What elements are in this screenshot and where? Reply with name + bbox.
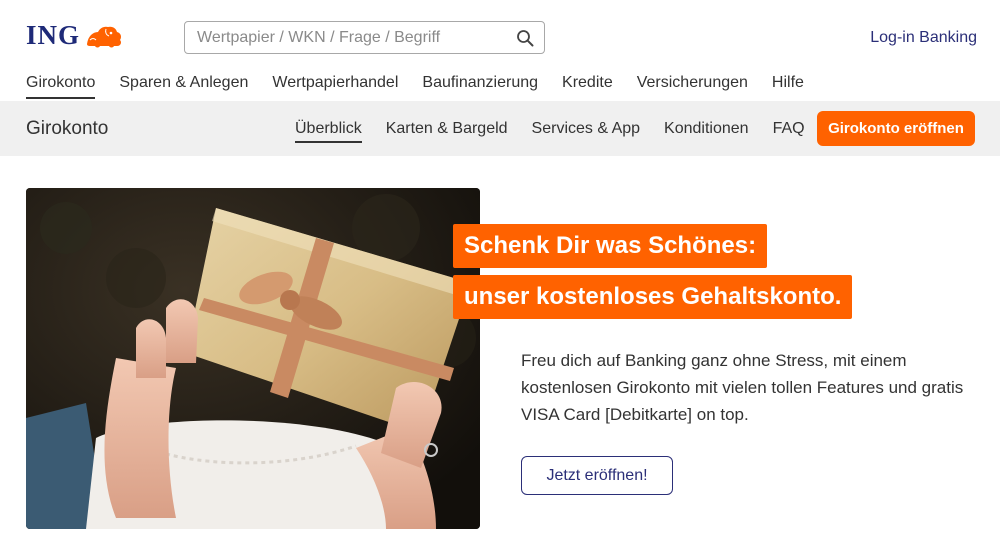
hero-headline-line2: unser kostenloses Gehaltskonto.: [453, 275, 853, 319]
section-title: Girokonto: [26, 118, 109, 139]
hero-headline-line1: Schenk Dir was Schönes:: [453, 224, 768, 268]
login-banking-link[interactable]: Log-in Banking: [870, 29, 977, 47]
nav-item-versicherungen[interactable]: Versicherungen: [637, 72, 748, 99]
nav-item-hilfe[interactable]: Hilfe: [772, 72, 804, 99]
nav-item-wertpapierhandel[interactable]: Wertpapierhandel: [272, 72, 398, 99]
subnav-item-ueberblick[interactable]: Überblick: [295, 119, 362, 143]
ing-lion-icon: [87, 26, 122, 48]
subnav-item-services-app[interactable]: Services & App: [532, 119, 641, 143]
girokonto-eroeffnen-button[interactable]: Girokonto eröffnen: [817, 111, 975, 146]
logo-text: ING: [26, 20, 81, 50]
ing-logo[interactable]: ING: [26, 20, 124, 50]
subnav-item-karten-bargeld[interactable]: Karten & Bargeld: [386, 119, 508, 143]
nav-item-girokonto[interactable]: Girokonto: [26, 72, 96, 99]
nav-item-sparen-anlegen[interactable]: Sparen & Anlegen: [119, 72, 248, 99]
main-nav: Girokonto Sparen & Anlegen Wertpapierhan…: [26, 72, 828, 99]
jetzt-eroeffnen-button[interactable]: Jetzt eröffnen!: [521, 456, 673, 495]
subnav-item-faq[interactable]: FAQ: [773, 119, 805, 143]
hero-image: [26, 188, 480, 529]
nav-item-baufinanzierung[interactable]: Baufinanzierung: [422, 72, 538, 99]
search-icon[interactable]: [516, 29, 534, 47]
hero-description: Freu dich auf Banking ganz ohne Stress, …: [521, 351, 964, 424]
subnav-item-konditionen[interactable]: Konditionen: [664, 119, 749, 143]
section-subnav: Überblick Karten & Bargeld Services & Ap…: [295, 119, 829, 143]
search-box: [184, 21, 545, 54]
nav-item-kredite[interactable]: Kredite: [562, 72, 613, 99]
gift-photo-illustration: [26, 188, 480, 529]
search-input[interactable]: [197, 22, 507, 53]
top-header: ING Log-in Banking: [0, 0, 1000, 66]
